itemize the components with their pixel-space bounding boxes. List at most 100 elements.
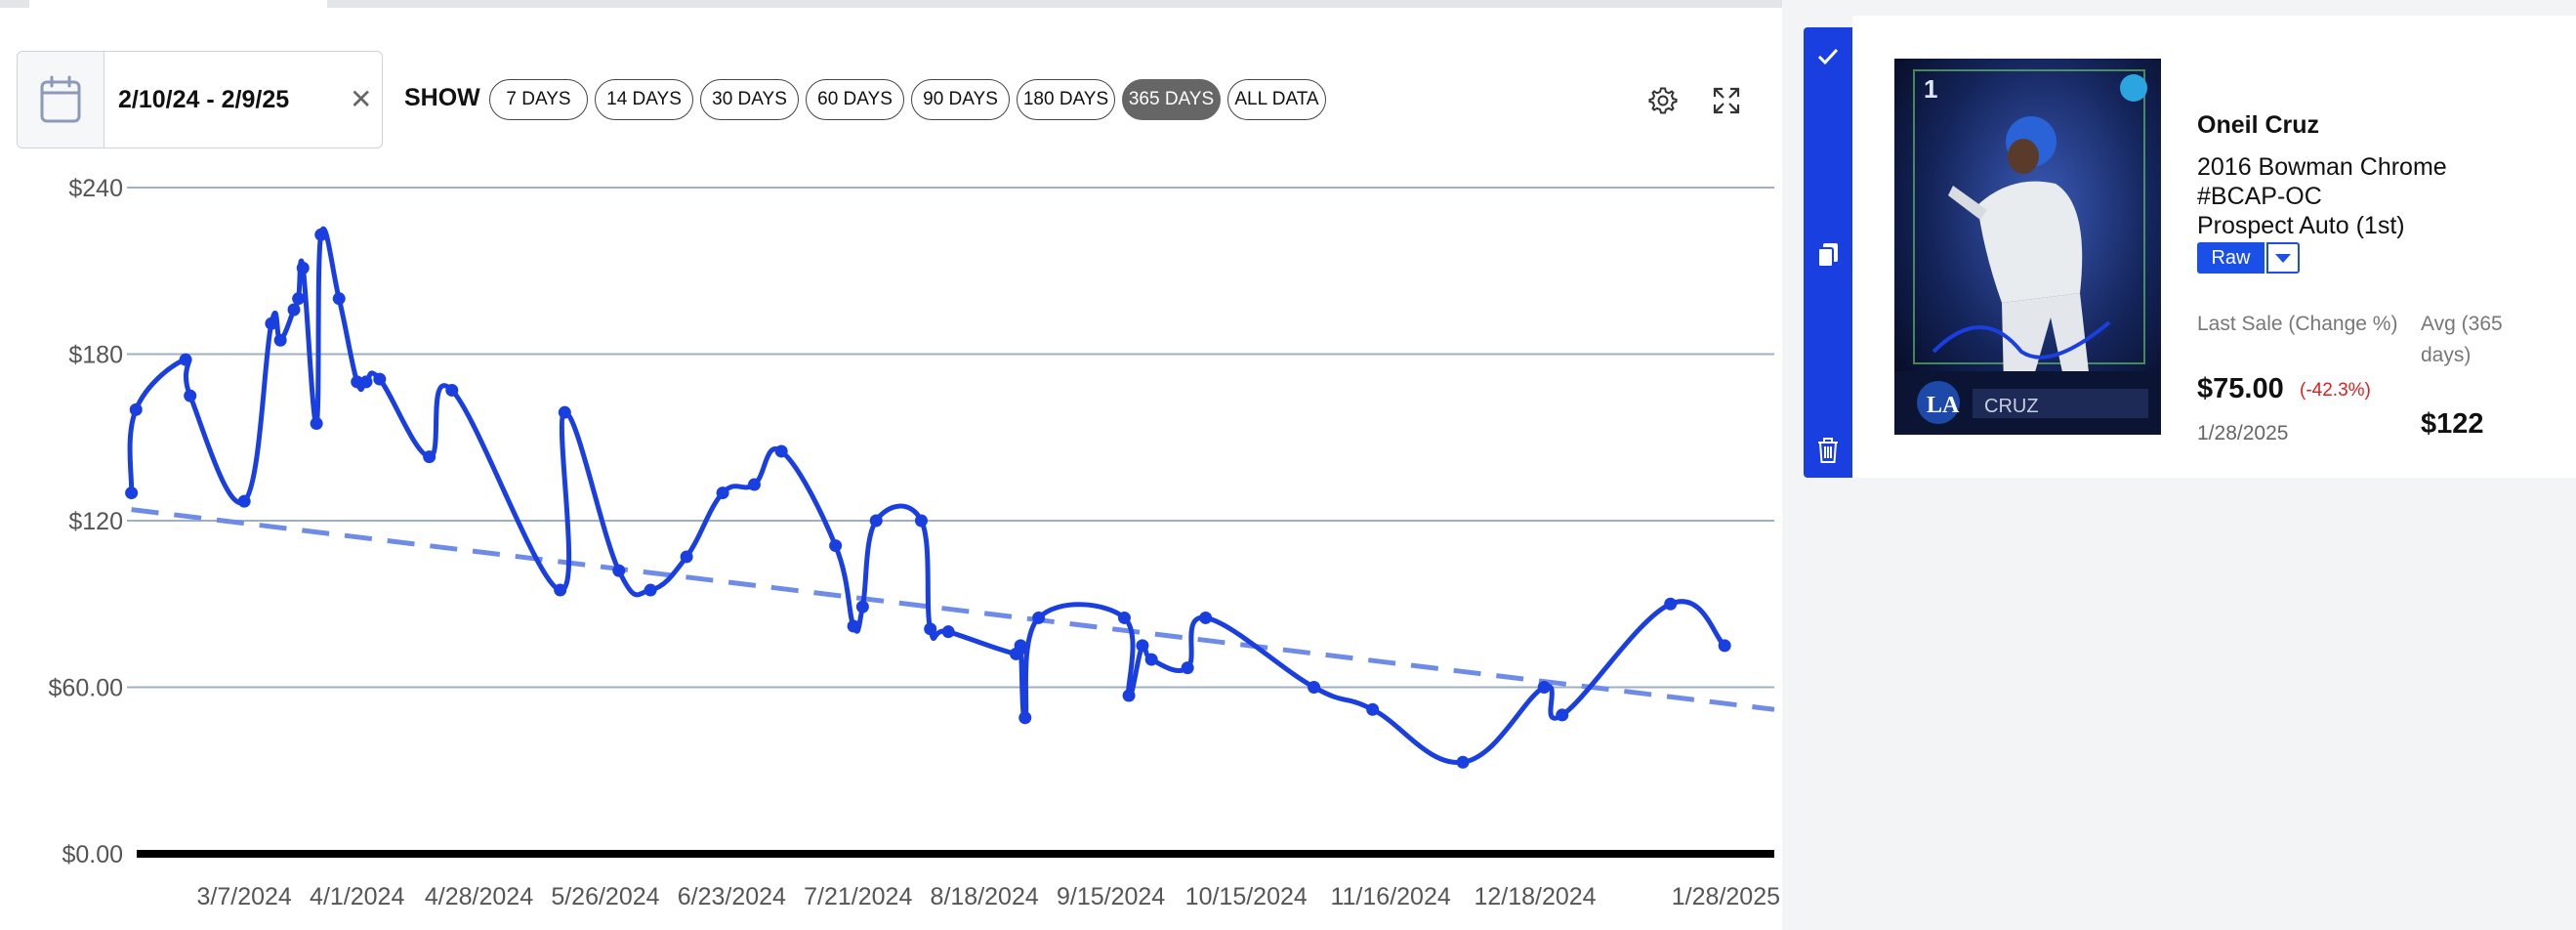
check-icon [1817, 48, 1839, 65]
sale-point [292, 292, 306, 306]
sale-point [1366, 702, 1380, 716]
y-tick-label: $240 [68, 175, 123, 202]
sale-point [1718, 639, 1731, 653]
copy-icon [1817, 243, 1838, 268]
sale-point [314, 228, 328, 241]
card-illustration: 1 CRUZ LA [1894, 59, 2161, 435]
card-set-line-1: 2016 Bowman Chrome [2197, 153, 2447, 181]
grid-layer [127, 187, 1774, 858]
grade-select-button[interactable]: Raw [2197, 242, 2264, 274]
select-card-button[interactable] [1804, 43, 1852, 70]
card-image[interactable]: 1 CRUZ LA [1894, 59, 2161, 435]
sale-point [554, 583, 567, 597]
y-tick-label: $180 [68, 342, 123, 369]
range-button-7-days[interactable]: 7 DAYS [489, 79, 588, 120]
x-tick-label: 4/1/2024 [310, 883, 404, 910]
sale-point [273, 333, 287, 347]
sale-point [125, 486, 139, 500]
x-tick-label: 9/15/2024 [1057, 883, 1165, 910]
sale-point [423, 450, 436, 464]
sale-point [869, 514, 883, 528]
sale-point [774, 444, 788, 458]
trend-layer [131, 507, 1775, 712]
sale-point [179, 353, 192, 366]
range-button-90-days[interactable]: 90 DAYS [911, 79, 1010, 120]
x-tick-label: 1/28/2025 [1672, 883, 1780, 910]
sale-point [1308, 681, 1321, 694]
sale-point [829, 539, 843, 553]
close-icon[interactable]: ✕ [350, 52, 372, 148]
average-price-value: $122 [2421, 408, 2484, 440]
x-tick-label: 4/28/2024 [425, 883, 533, 910]
sale-point [1456, 755, 1470, 769]
card-set-line-3: Prospect Auto (1st) [2197, 212, 2405, 239]
x-tick-label: 12/18/2024 [1474, 883, 1596, 910]
sale-point [296, 261, 310, 275]
card-details-panel: 1 CRUZ LA Oneil Cruz 2016 Bowman Chrome … [1852, 16, 2576, 478]
sale-point [1199, 611, 1213, 624]
sale-point [1537, 681, 1551, 694]
date-range-text[interactable]: 2/10/24 - 2/9/25 [118, 52, 289, 148]
sale-point [265, 317, 278, 330]
x-tick-label: 8/18/2024 [931, 883, 1039, 910]
sale-point [237, 494, 251, 508]
sale-point [1117, 611, 1131, 624]
sale-point [847, 619, 860, 633]
trash-icon [1818, 438, 1838, 463]
sale-point [1136, 639, 1149, 653]
grade-dropdown-toggle[interactable] [2266, 242, 2300, 274]
calendar-icon [40, 75, 81, 123]
range-button-all-data[interactable]: ALL DATA [1227, 79, 1326, 120]
sale-point [914, 514, 928, 528]
sale-point [558, 405, 571, 419]
x-tick-label: 5/26/2024 [551, 883, 659, 910]
y-tick-label: $0.00 [62, 841, 123, 868]
sale-point [129, 402, 143, 416]
player-name[interactable]: Oneil Cruz [2197, 111, 2319, 140]
sale-point [644, 583, 657, 597]
last-sale-label: Last Sale (Change %) [2197, 313, 2398, 335]
sale-point [287, 303, 301, 317]
series-layer [127, 226, 1727, 765]
x-tick-label: 6/23/2024 [678, 883, 786, 910]
average-price-label: Avg (365 days) [2421, 313, 2503, 366]
range-button-180-days[interactable]: 180 DAYS [1017, 79, 1115, 120]
expand-icon[interactable] [1712, 86, 1741, 115]
x-tick-label: 10/15/2024 [1185, 883, 1308, 910]
delete-card-button[interactable] [1804, 436, 1852, 465]
range-button-14-days[interactable]: 14 DAYS [595, 79, 693, 120]
last-sale-value: $75.00 [2197, 373, 2284, 404]
sale-point [924, 622, 937, 636]
sale-point [1556, 708, 1569, 722]
sale-point [445, 383, 459, 397]
sale-point [184, 389, 197, 402]
range-button-60-days[interactable]: 60 DAYS [806, 79, 904, 120]
range-button-365-days[interactable]: 365 DAYS [1122, 79, 1221, 120]
svg-text:1: 1 [1924, 74, 1937, 104]
last-sale-change: (-42.3%) [2300, 380, 2371, 401]
sale-point [1144, 653, 1158, 666]
sale-point [716, 486, 729, 500]
date-range-picker[interactable]: 2/10/24 - 2/9/25 ✕ [17, 51, 383, 148]
sale-point [855, 600, 869, 613]
sale-point [359, 375, 373, 389]
price-series-line [127, 226, 1727, 765]
copy-card-button[interactable] [1804, 240, 1852, 270]
y-tick-label: $60.00 [49, 675, 123, 702]
chevron-down-icon [2275, 254, 2291, 263]
sale-point [1664, 597, 1678, 611]
x-tick-label: 7/21/2024 [804, 883, 912, 910]
svg-text:LA: LA [1927, 393, 1960, 418]
card-action-sidebar [1804, 27, 1852, 478]
gear-icon[interactable] [1648, 86, 1678, 115]
card-set-line-2: #BCAP-OC [2197, 183, 2322, 210]
x-tick-label: 3/7/2024 [197, 883, 292, 910]
x-tick-label: 11/16/2024 [1330, 883, 1450, 910]
sale-point [680, 550, 693, 564]
range-button-30-days[interactable]: 30 DAYS [700, 79, 799, 120]
sale-point [1181, 661, 1194, 675]
sale-point [373, 372, 387, 386]
svg-text:CRUZ: CRUZ [1984, 396, 2039, 417]
trendline [131, 507, 1775, 712]
calendar-button[interactable] [18, 52, 104, 148]
